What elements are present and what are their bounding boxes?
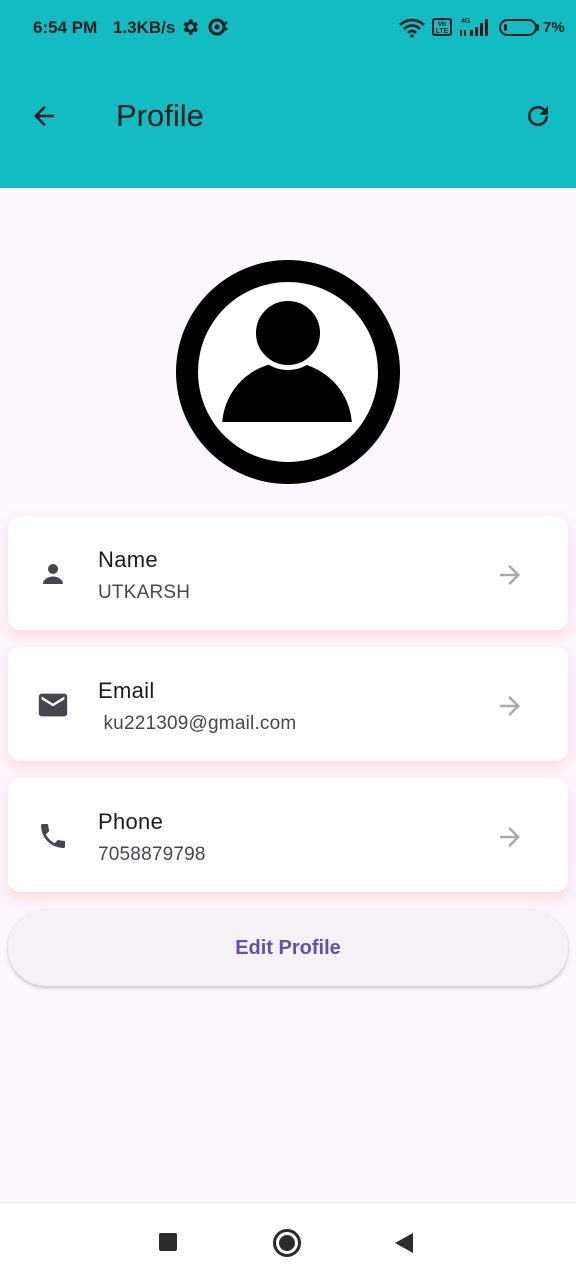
arrow-forward-icon — [494, 559, 526, 591]
email-label: Email — [98, 678, 155, 703]
signal-strength-icon: 4G — [458, 16, 492, 43]
profile-avatar — [176, 260, 400, 484]
phone-icon — [36, 819, 70, 853]
recents-square-icon[interactable] — [159, 1233, 177, 1251]
svg-text:4G: 4G — [461, 18, 471, 25]
back-button[interactable] — [24, 96, 64, 136]
avatar-person-icon — [198, 282, 378, 462]
status-time: 6:54 PM — [33, 18, 98, 37]
battery-icon — [499, 19, 537, 36]
email-value: ku221309@gmail.com — [98, 713, 297, 734]
status-bar: 6:54 PM 1.3KB/s Vo LTE 4G 7% — [0, 0, 576, 56]
wifi-icon — [398, 18, 426, 43]
battery-tip — [536, 24, 539, 31]
volte-badge: Vo LTE — [432, 18, 452, 36]
settings-gear-icon — [180, 17, 200, 42]
arrow-forward-icon — [494, 690, 526, 722]
page-title: Profile — [116, 98, 204, 133]
battery-percent: 7% — [543, 19, 565, 36]
person-icon — [36, 557, 70, 591]
app-bar: 6:54 PM 1.3KB/s Vo LTE 4G 7% Profile — [0, 0, 576, 188]
notification-app-icon — [207, 17, 229, 42]
arrow-forward-icon — [494, 821, 526, 853]
arrow-back-icon — [34, 106, 54, 126]
phone-value: 7058879798 — [98, 844, 206, 865]
edit-profile-button[interactable]: Edit Profile — [8, 910, 568, 986]
email-card[interactable]: Email ku221309@gmail.com — [8, 647, 568, 761]
system-nav-bar — [0, 1202, 576, 1280]
phone-card[interactable]: Phone 7058879798 — [8, 778, 568, 892]
name-label: Name — [98, 547, 158, 572]
home-circle-icon[interactable] — [273, 1229, 301, 1257]
name-value: UTKARSH — [98, 582, 191, 603]
mail-icon — [36, 688, 70, 722]
name-card[interactable]: Name UTKARSH — [8, 516, 568, 630]
status-net-speed: 1.3KB/s — [113, 18, 176, 37]
phone-label: Phone — [98, 809, 164, 834]
refresh-icon — [528, 106, 548, 126]
refresh-button[interactable] — [518, 96, 558, 136]
back-triangle-icon[interactable] — [395, 1233, 413, 1253]
